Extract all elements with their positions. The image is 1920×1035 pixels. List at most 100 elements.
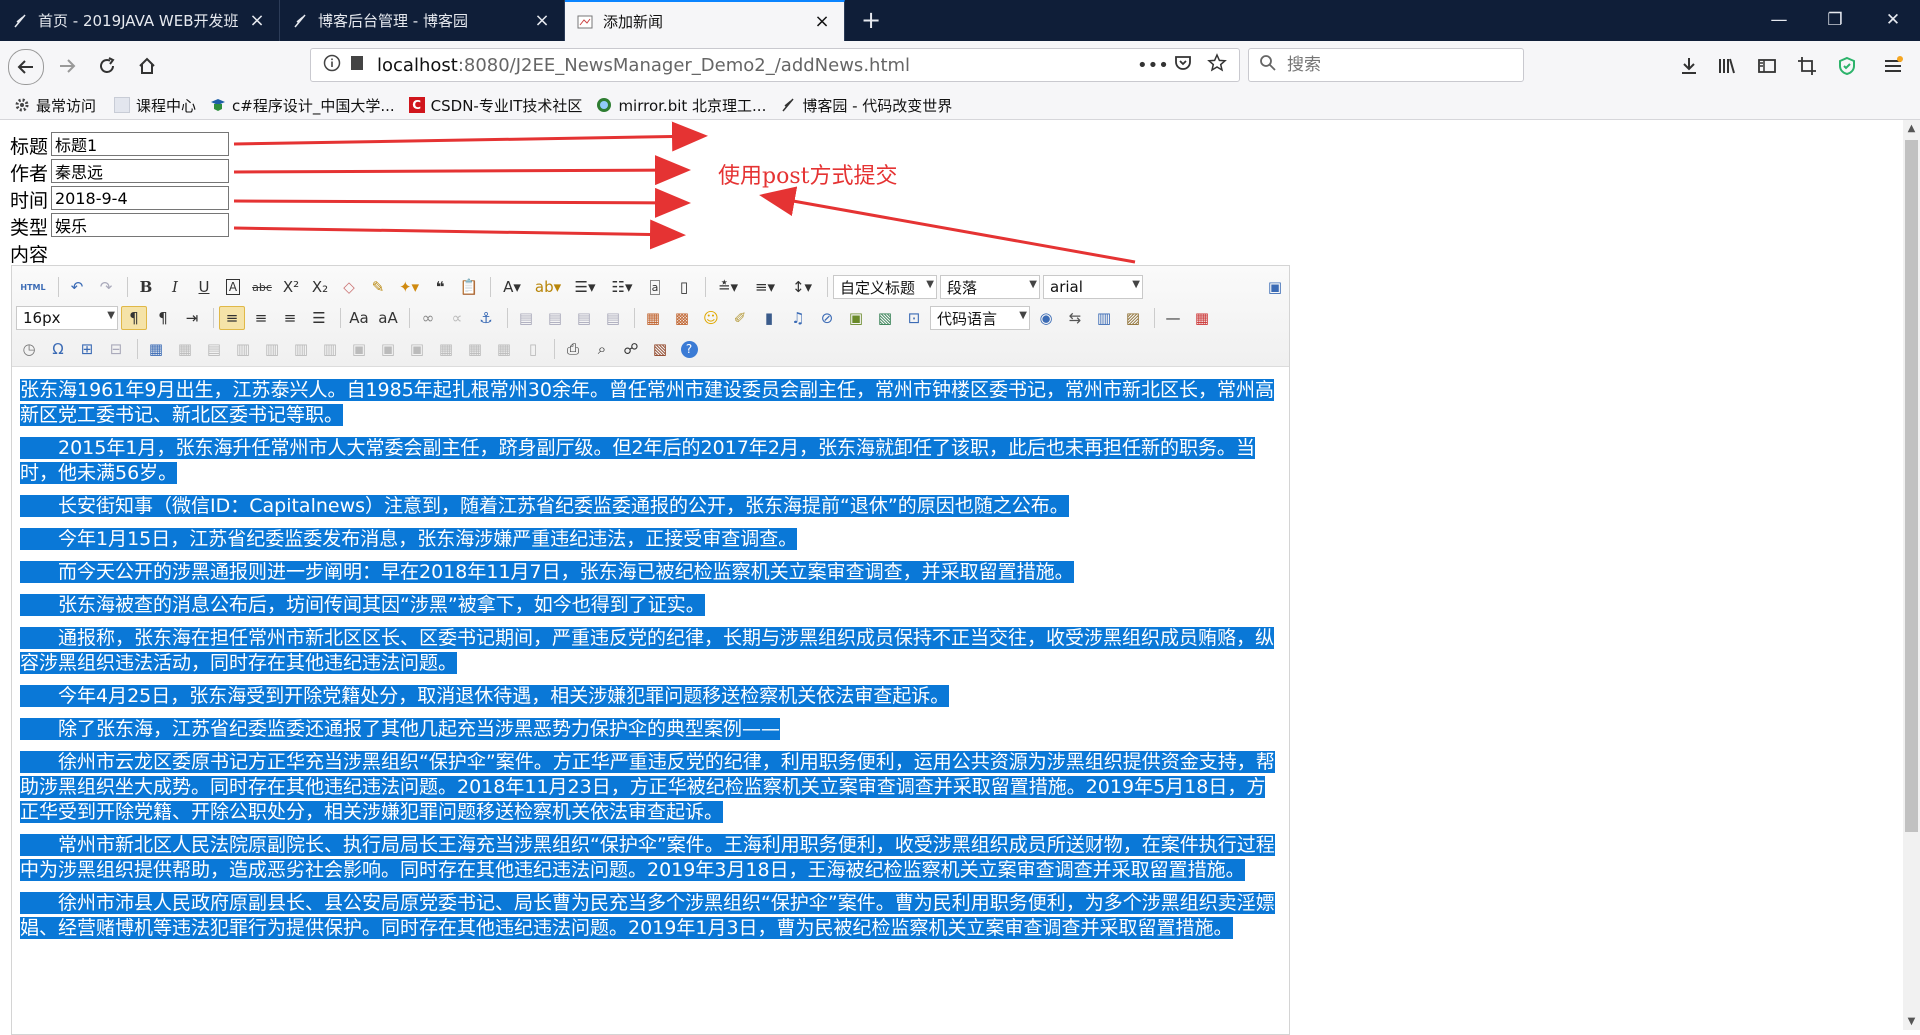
music-button[interactable]: ♫ [785, 306, 811, 330]
bookmark-csharp-mooc[interactable]: c#程序设计_中国大学... [210, 95, 395, 116]
map-button[interactable]: ⊞ [74, 337, 100, 361]
split-to-cells-button[interactable]: ▦ [433, 337, 459, 361]
italic-button[interactable]: I [162, 275, 188, 299]
minimize-button[interactable]: — [1752, 0, 1806, 41]
anchor-button[interactable]: ⚓ [473, 306, 499, 330]
back-button[interactable] [8, 49, 44, 85]
background-color-button[interactable]: ab▾ [531, 275, 565, 299]
insert-frame-button[interactable]: ▣ [843, 306, 869, 330]
bookmark-course-center[interactable]: 课程中心 [114, 95, 196, 116]
library-icon[interactable] [1714, 53, 1740, 79]
url-text[interactable]: localhost:8080/J2EE_NewsManager_Demo2_/a… [377, 55, 910, 76]
forward-button[interactable] [50, 49, 84, 83]
split-to-cols-button[interactable]: ▦ [491, 337, 517, 361]
search-input[interactable] [1285, 54, 1509, 76]
tab-blog-admin[interactable]: 博客后台管理 - 博客园 × [280, 0, 565, 41]
font-family-select[interactable]: arial ▼ [1043, 275, 1143, 299]
insert-video-button[interactable]: ▮ [756, 306, 782, 330]
unordered-list-button[interactable]: ☷▾ [605, 275, 639, 299]
insert-table-button[interactable]: ▦ [143, 337, 169, 361]
delete-row-button[interactable]: ▥ [259, 337, 285, 361]
bookmark-mirror-bit[interactable]: mirror.bit 北京理工... [596, 95, 766, 116]
page-break-button[interactable]: ◉ [1033, 306, 1059, 330]
merge-cells-button[interactable]: ▣ [346, 337, 372, 361]
strikethrough-button[interactable]: abc [249, 275, 275, 299]
attachment-button[interactable]: ⊘ [814, 306, 840, 330]
underline-button[interactable]: U [191, 275, 217, 299]
insert-code-button[interactable]: ⊡ [901, 306, 927, 330]
help-button[interactable]: ? [676, 337, 702, 361]
font-color-button[interactable]: A▾ [496, 275, 528, 299]
line-height-button[interactable]: ↕▾ [785, 275, 819, 299]
close-tab-icon[interactable]: × [812, 11, 832, 32]
image-float-left-button[interactable]: ▤ [542, 306, 568, 330]
search-bar[interactable] [1248, 48, 1524, 82]
fullscreen-button[interactable]: ▣ [1262, 275, 1288, 299]
row-spacing-top-button[interactable]: ≛▾ [711, 275, 745, 299]
html-source-button[interactable]: HTML [16, 275, 50, 299]
code-language-select[interactable]: 代码语言 ▼ [930, 306, 1030, 330]
background-button[interactable]: ▥ [1091, 306, 1117, 330]
emotion-button[interactable]: ☺ [698, 306, 724, 330]
row-spacing-bottom-button[interactable]: ≡▾ [748, 275, 782, 299]
scroll-down-icon[interactable]: ▼ [1903, 1013, 1920, 1030]
delete-col-button[interactable]: ▥ [317, 337, 343, 361]
special-chars-button[interactable]: Ω [45, 337, 71, 361]
sidebar-icon[interactable] [1754, 53, 1780, 79]
delete-table-button[interactable]: ▦ [172, 337, 198, 361]
insert-paragraph-before-table-button[interactable]: ▤ [201, 337, 227, 361]
scrawl-button[interactable]: ✐ [727, 306, 753, 330]
print-button[interactable]: ⎙ [560, 337, 586, 361]
direction-rtl-button[interactable]: ¶ [150, 306, 176, 330]
unlink-button[interactable]: ∝ [444, 306, 470, 330]
insert-col-button[interactable]: ▥ [288, 337, 314, 361]
align-justify-button[interactable]: ☰ [306, 306, 332, 330]
close-window-button[interactable]: ✕ [1866, 0, 1920, 41]
menu-icon[interactable] [1880, 53, 1906, 79]
downloads-icon[interactable] [1676, 53, 1702, 79]
select-all-button[interactable]: a [642, 275, 668, 299]
info-icon[interactable] [323, 54, 341, 76]
bookmark-cnblogs[interactable]: 博客园 - 代码改变世界 [780, 95, 952, 116]
vertical-scrollbar[interactable]: ▲ ▼ [1903, 120, 1920, 1030]
preview-button[interactable]: ⌕ [589, 337, 615, 361]
remove-format-button[interactable]: ◇ [336, 275, 362, 299]
align-left-button[interactable]: ≡ [219, 306, 245, 330]
to-uppercase-button[interactable]: Aa [346, 306, 372, 330]
custom-heading-select[interactable]: 自定义标题 ▼ [833, 275, 937, 299]
font-border-button[interactable]: A [220, 275, 246, 299]
page-actions-icon[interactable]: ••• [1137, 55, 1169, 76]
drafts-button[interactable]: ▧ [647, 337, 673, 361]
close-tab-icon[interactable]: × [532, 10, 552, 31]
image-float-right-button[interactable]: ▤ [571, 306, 597, 330]
insert-image-button[interactable]: ▩ [669, 306, 695, 330]
gmap-button[interactable]: ⊟ [103, 337, 129, 361]
horizontal-rule-button[interactable]: — [1160, 306, 1186, 330]
bookmark-csdn[interactable]: C CSDN-专业IT技术社区 [408, 95, 582, 116]
bold-button[interactable]: B [133, 275, 159, 299]
time-button[interactable]: ◷ [16, 337, 42, 361]
clear-doc-button[interactable]: ▯ [671, 275, 697, 299]
to-lowercase-button[interactable]: aA [375, 306, 401, 330]
bookmark-most-visited[interactable]: 最常访问 [14, 95, 96, 116]
tab-home-java[interactable]: 首页 - 2019JAVA WEB开发班 × [0, 0, 280, 41]
simple-upload-button[interactable]: ▦ [640, 306, 666, 330]
split-to-rows-button[interactable]: ▦ [462, 337, 488, 361]
search-replace-button[interactable]: ☍ [618, 337, 644, 361]
subscript-button[interactable]: X₂ [307, 275, 333, 299]
merge-right-button[interactable]: ▣ [375, 337, 401, 361]
image-center-button[interactable]: ▤ [600, 306, 626, 330]
address-bar[interactable]: localhost:8080/J2EE_NewsManager_Demo2_/a… [310, 48, 1240, 82]
align-center-button[interactable]: ≡ [248, 306, 274, 330]
blockquote-button[interactable]: ❝ [427, 275, 453, 299]
format-match-button[interactable]: ✎ [365, 275, 391, 299]
scrollbar-thumb[interactable] [1905, 140, 1918, 832]
extension-shield-icon[interactable] [1834, 53, 1860, 79]
indent-button[interactable]: ⇥ [179, 306, 205, 330]
link-button[interactable]: ∞ [415, 306, 441, 330]
tab-add-news[interactable]: 添加新闻 × [565, 0, 845, 41]
close-tab-icon[interactable]: × [247, 10, 267, 31]
chart-button[interactable]: ▯ [520, 337, 546, 361]
home-button[interactable] [130, 49, 164, 83]
new-tab-button[interactable]: + [853, 0, 889, 41]
